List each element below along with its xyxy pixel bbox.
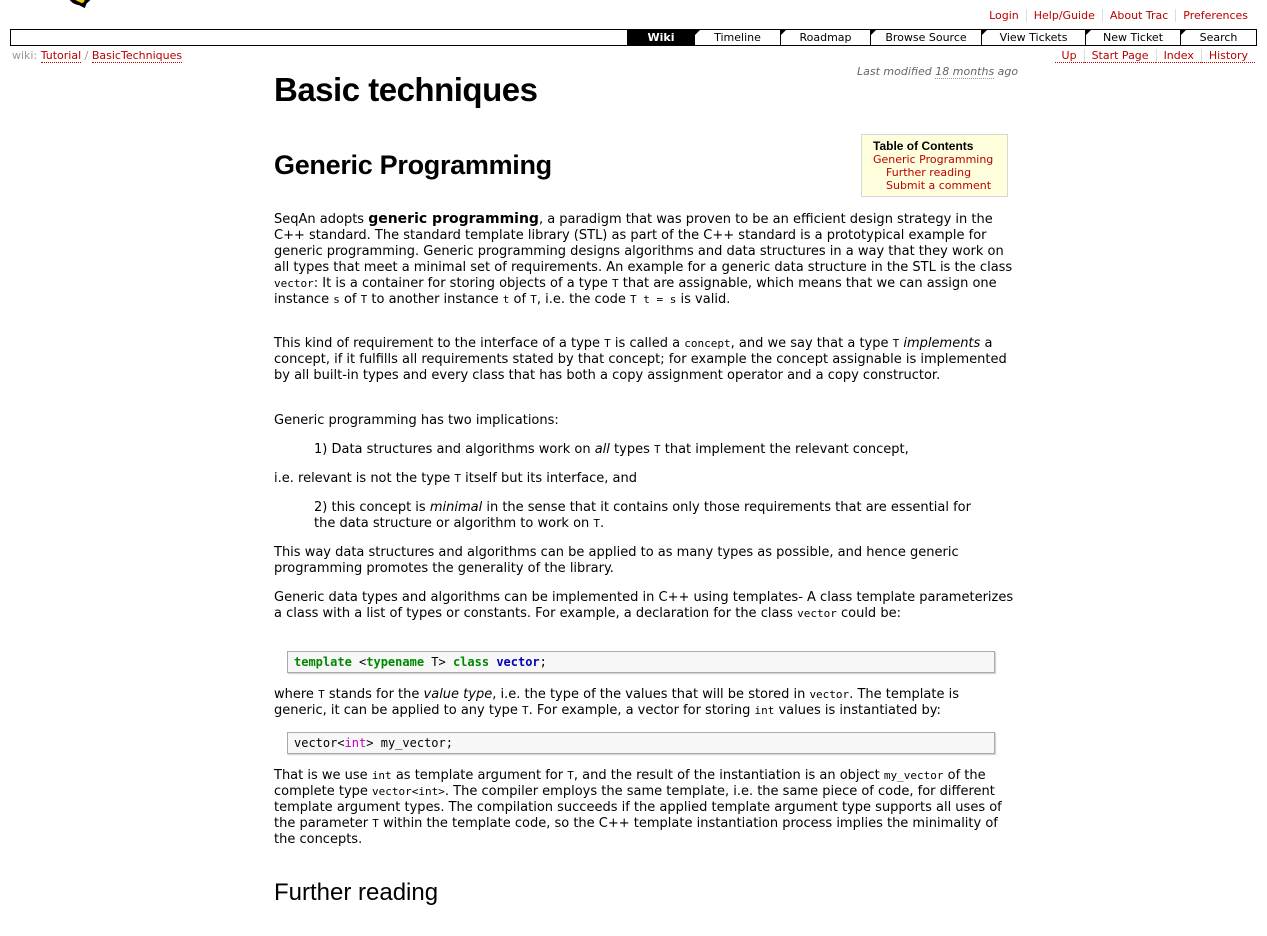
mainnav-tab-label: View Tickets bbox=[999, 31, 1068, 44]
metanav-link-login[interactable]: Login bbox=[982, 9, 1026, 22]
paragraph-value-type: where T stands for the value type, i.e. … bbox=[274, 687, 959, 718]
page-title: Basic techniques bbox=[274, 71, 538, 108]
toc-link-generic-programming[interactable]: Generic Programming bbox=[873, 153, 996, 166]
code-block-template: template <typename T> class vector; bbox=[287, 651, 995, 673]
mainnav-tab-label: Browse Source bbox=[885, 31, 967, 44]
toc-link-further-reading[interactable]: Further reading bbox=[873, 166, 996, 179]
paragraph-ie: i.e. relevant is not the type T itself b… bbox=[274, 471, 637, 486]
main-nav: Wiki Timeline Roadmap Browse Source View Tic… bbox=[10, 29, 1257, 46]
implication-2: 2) this concept is minimal in the sense … bbox=[314, 500, 971, 531]
ctxnav-link-index[interactable]: Index bbox=[1155, 49, 1201, 63]
mainnav-tab-new-ticket[interactable]: New Ticket bbox=[1085, 30, 1180, 45]
mainnav-tab-browse-source[interactable]: Browse Source bbox=[870, 30, 981, 45]
breadcrumb-tutorial-link[interactable]: Tutorial bbox=[40, 49, 82, 63]
implication-1: 1) Data structures and algorithms work o… bbox=[314, 442, 909, 457]
wiki-prefix: wiki: bbox=[12, 49, 38, 62]
ctxnav-link-up[interactable]: Up bbox=[1054, 49, 1084, 63]
toc-link-submit-comment[interactable]: Submit a comment bbox=[873, 179, 996, 192]
breadcrumb: wiki: Tutorial / BasicTechniques bbox=[12, 49, 183, 63]
mainnav-tab-label: Search bbox=[1199, 31, 1238, 44]
metanav-link-about-trac[interactable]: About Trac bbox=[1101, 9, 1175, 22]
metanav-link-preferences[interactable]: Preferences bbox=[1175, 9, 1255, 22]
mainnav-tab-label: Roadmap bbox=[799, 31, 852, 44]
paragraph-instantiation: That is we use int as template argument … bbox=[274, 768, 1002, 847]
code-block-instantiation: vector<int> my_vector; bbox=[287, 732, 995, 754]
trac-logo bbox=[69, 0, 91, 8]
tab-corner-icon bbox=[871, 30, 876, 35]
paragraph-concept: This kind of requirement to the interfac… bbox=[274, 336, 1007, 383]
last-modified-prefix: Last modified bbox=[857, 65, 936, 78]
heading-further-reading: Further reading bbox=[274, 879, 439, 906]
tab-corner-icon bbox=[1086, 30, 1091, 35]
table-of-contents: Table of Contents Generic Programming Fu… bbox=[861, 134, 1008, 197]
ctxnav-link-start-page[interactable]: Start Page bbox=[1083, 49, 1156, 63]
tab-corner-icon bbox=[1181, 30, 1186, 35]
mainnav-tab-label: Timeline bbox=[714, 31, 761, 44]
mainnav-tab-search[interactable]: Search bbox=[1180, 30, 1256, 45]
tab-corner-icon bbox=[781, 30, 786, 35]
mainnav-tab-view-tickets[interactable]: View Tickets bbox=[981, 30, 1085, 45]
paragraph-implications: Generic programming has two implications… bbox=[274, 413, 559, 428]
last-modified-suffix: ago bbox=[994, 65, 1019, 78]
mainnav-tab-label: Wiki bbox=[647, 31, 675, 44]
mainnav-tab-roadmap[interactable]: Roadmap bbox=[780, 30, 870, 45]
ctxnav-link-history[interactable]: History bbox=[1200, 49, 1255, 63]
mainnav-tab-timeline[interactable]: Timeline bbox=[694, 30, 780, 45]
tab-corner-icon bbox=[982, 30, 987, 35]
toc-title: Table of Contents bbox=[873, 139, 974, 153]
breadcrumb-basictechniques-link[interactable]: BasicTechniques bbox=[91, 49, 183, 63]
last-modified-link[interactable]: 18 months bbox=[935, 65, 995, 79]
mainnav-tab-wiki[interactable]: Wiki bbox=[627, 30, 694, 45]
last-modified: Last modified 18 months ago bbox=[857, 65, 1019, 79]
meta-nav: Login Help/Guide About Trac Preferences bbox=[982, 9, 1255, 22]
paragraph-templates: Generic data types and algorithms can be… bbox=[274, 590, 1014, 621]
heading-generic-programming: Generic Programming bbox=[274, 150, 552, 180]
breadcrumb-separator: / bbox=[84, 49, 89, 62]
tab-corner-icon bbox=[695, 30, 700, 35]
context-nav: Up Start Page Index History bbox=[1054, 49, 1255, 63]
paragraph-generality: This way data structures and algorithms … bbox=[274, 545, 959, 576]
paragraph-intro: SeqAn adopts generic programming, a para… bbox=[274, 211, 1013, 307]
mainnav-tab-label: New Ticket bbox=[1102, 31, 1164, 44]
metanav-link-help-guide[interactable]: Help/Guide bbox=[1025, 9, 1102, 22]
